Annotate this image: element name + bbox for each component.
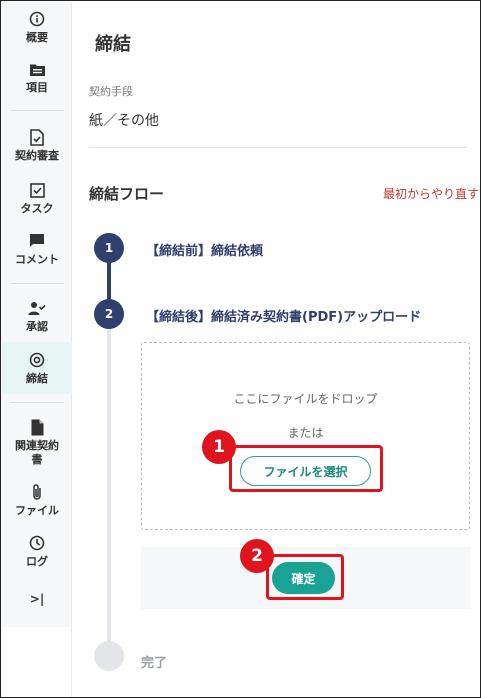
sidebar-item-label: ログ (26, 555, 48, 568)
step-number-2: 2 (94, 299, 124, 329)
user-check-icon (28, 299, 46, 317)
sidebar-item-label: タスク (20, 202, 54, 215)
step-label-1: 【締結前】締結依頼 (146, 244, 264, 259)
sidebar-item-comments[interactable]: コメント (2, 232, 72, 270)
comment-icon (28, 232, 46, 250)
dropzone-text: ここにファイルをドロップ (233, 392, 378, 406)
step-label-complete: 完了 (141, 656, 168, 671)
sidebar-item-label: コメント (15, 253, 59, 266)
sidebar-item-contract-review[interactable]: 契約審査 (2, 128, 72, 168)
sidebar-item-label: 契約審査 (15, 149, 59, 162)
contract-method-label: 契約手段 (89, 85, 133, 98)
annotation-highlight-2 (266, 554, 344, 600)
sidebar-collapse-button[interactable]: >| (2, 592, 72, 612)
sidebar-item-label: 承認 (26, 320, 48, 333)
flow-title: 締結フロー (89, 185, 165, 203)
sidebar-item-log[interactable]: ログ (2, 534, 72, 572)
sidebar-item-label: ファイル (15, 504, 59, 517)
sidebar-item-label-line1: 関連契約 (15, 439, 59, 452)
sidebar-item-tasks[interactable]: タスク (2, 181, 72, 219)
sidebar-item-label-line2: 書 (31, 453, 43, 466)
sidebar-item-approval[interactable]: 承認 (2, 299, 72, 337)
sidebar: 概要 項目 契約審査 タスク コメント 承認 締結 関連契約 書 ファイル ログ… (2, 2, 72, 627)
progress-line-pending (107, 316, 111, 656)
sidebar-divider (10, 402, 64, 403)
app-window: 概要 項目 契約審査 タスク コメント 承認 締結 関連契約 書 ファイル ログ… (0, 0, 481, 698)
paperclip-icon (28, 483, 46, 501)
sidebar-footer (2, 627, 72, 697)
file-dropzone[interactable]: ここにファイルをドロップ または ファイルを選択 (141, 342, 470, 530)
step-label-2: 【締結後】締結済み契約書(PDF)アップロード (146, 310, 422, 325)
annotation-badge-1: 1 (202, 430, 236, 464)
sidebar-divider (10, 110, 64, 111)
dropzone-or-text: または (287, 426, 324, 440)
section-divider (89, 147, 467, 148)
document-icon (28, 418, 46, 436)
sidebar-item-label: 概要 (26, 31, 48, 44)
sidebar-item-label: 締結 (26, 371, 48, 385)
sidebar-item-label: 項目 (26, 81, 48, 94)
sidebar-item-related-contracts[interactable]: 関連契約 書 (2, 418, 72, 470)
page-title: 締結 (95, 34, 131, 55)
step-number-1: 1 (94, 233, 124, 263)
restart-link[interactable]: 最初からやり直す (383, 185, 479, 202)
folder-icon (28, 60, 46, 78)
sidebar-item-overview[interactable]: 概要 (2, 10, 72, 48)
annotation-badge-2: 2 (240, 539, 274, 573)
annotation-highlight-1 (229, 445, 383, 492)
sidebar-item-fields[interactable]: 項目 (2, 60, 72, 98)
target-icon (28, 351, 46, 369)
clock-icon (28, 534, 46, 552)
step-dot-complete (94, 641, 124, 671)
info-icon (28, 10, 46, 28)
sidebar-item-files[interactable]: ファイル (2, 483, 72, 521)
collapse-icon: >| (29, 592, 45, 606)
sidebar-item-execution[interactable]: 締結 (2, 342, 72, 394)
sidebar-divider (10, 283, 64, 284)
contract-method-value: 紙／その他 (89, 113, 159, 129)
checkbox-icon (28, 181, 46, 199)
document-check-icon (28, 128, 46, 146)
